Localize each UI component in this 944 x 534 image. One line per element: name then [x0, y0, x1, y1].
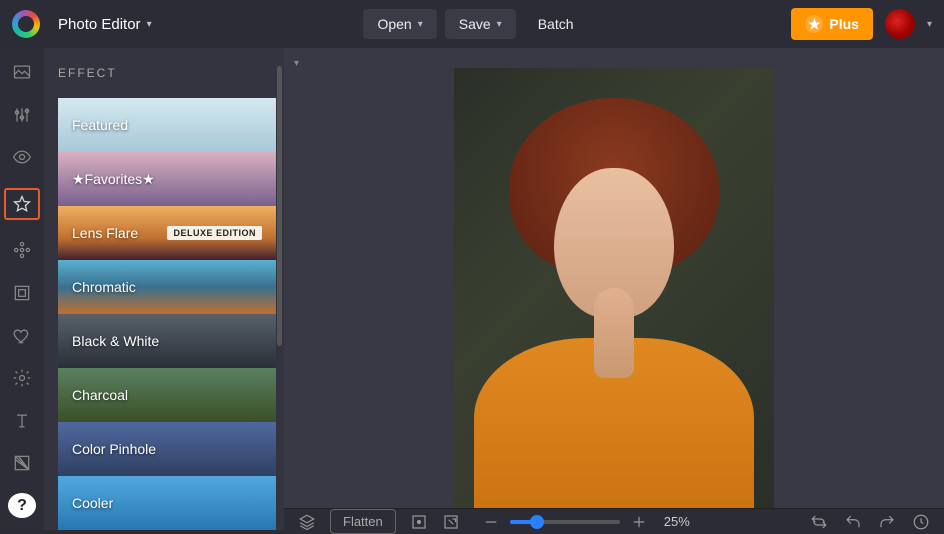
rail-effects-star-icon[interactable]: [4, 188, 40, 221]
effect-favorites[interactable]: ★Favorites★: [58, 152, 276, 206]
effect-color-pinhole[interactable]: Color Pinhole: [58, 422, 276, 476]
rail-type-icon[interactable]: [8, 408, 36, 433]
effect-label: Chromatic: [72, 279, 136, 295]
main-area: ? EFFECT Featured ★Favorites★ Lens Flare…: [0, 48, 944, 530]
save-button[interactable]: Save ▾: [445, 9, 516, 39]
rail-eye-icon[interactable]: [8, 145, 36, 170]
zoom-slider[interactable]: [510, 520, 620, 524]
plus-label: Plus: [829, 16, 859, 32]
effect-label: Lens Flare: [72, 225, 138, 241]
chevron-down-icon: ▾: [418, 19, 423, 30]
panel-title: EFFECT: [58, 66, 284, 80]
zoom-in-button[interactable]: [630, 513, 648, 531]
top-center-buttons: Open ▾ Save ▾ Batch: [363, 9, 587, 39]
effects-panel: EFFECT Featured ★Favorites★ Lens Flare DE…: [44, 48, 284, 530]
chevron-down-icon: ▾: [497, 19, 502, 30]
effect-cooler[interactable]: Cooler: [58, 476, 276, 530]
batch-button[interactable]: Batch: [524, 9, 588, 39]
topbar: Photo Editor ▾ Open ▾ Save ▾ Batch ★ Plu…: [0, 0, 944, 48]
chevron-down-icon: ▾: [294, 58, 299, 69]
fit-screen-icon[interactable]: [410, 513, 428, 531]
effect-list[interactable]: Featured ★Favorites★ Lens Flare DELUXE ED…: [58, 98, 284, 530]
history-controls: [810, 513, 930, 531]
history-icon[interactable]: [912, 513, 930, 531]
effect-label: Cooler: [72, 495, 113, 511]
rail-ai-icon[interactable]: [8, 238, 36, 263]
rail-gear-icon[interactable]: [8, 366, 36, 391]
app-logo[interactable]: [12, 10, 40, 38]
panel-scrollbar[interactable]: [277, 66, 282, 346]
effect-label: Charcoal: [72, 387, 128, 403]
effect-label: Color Pinhole: [72, 441, 156, 457]
flatten-button[interactable]: Flatten: [330, 509, 396, 534]
edited-photo: [454, 68, 774, 508]
topbar-right: ★ Plus ▾: [791, 8, 932, 40]
effect-chromatic[interactable]: Chromatic: [58, 260, 276, 314]
effect-lens-flare[interactable]: Lens Flare DELUXE EDITION: [58, 206, 276, 260]
help-button[interactable]: ?: [8, 493, 36, 518]
app-title-label: Photo Editor: [58, 16, 141, 33]
deluxe-badge: DELUXE EDITION: [167, 226, 262, 240]
flatten-label: Flatten: [343, 514, 383, 529]
undo-icon[interactable]: [844, 513, 862, 531]
zoom-slider-thumb[interactable]: [530, 515, 544, 529]
canvas-area: ▾ Flatten 25%: [284, 48, 944, 530]
open-label: Open: [377, 16, 411, 32]
rail-heart-icon[interactable]: [8, 323, 36, 348]
save-label: Save: [459, 16, 491, 32]
rail-frame-icon[interactable]: [8, 281, 36, 306]
canvas-collapse[interactable]: ▾: [294, 58, 299, 69]
rail-sliders-icon[interactable]: [8, 103, 36, 128]
app-title-dropdown[interactable]: Photo Editor ▾: [50, 10, 160, 39]
effect-charcoal[interactable]: Charcoal: [58, 368, 276, 422]
redo-icon[interactable]: [878, 513, 896, 531]
canvas-bottombar: Flatten 25%: [284, 508, 944, 534]
effect-label: Featured: [72, 117, 128, 133]
effect-black-white[interactable]: Black & White: [58, 314, 276, 368]
chevron-down-icon[interactable]: ▾: [927, 19, 932, 30]
rail-texture-icon[interactable]: [8, 451, 36, 476]
photo-viewport[interactable]: [284, 48, 944, 508]
star-icon: ★: [805, 15, 823, 33]
rail-image-icon[interactable]: [8, 60, 36, 85]
user-avatar[interactable]: [885, 9, 915, 39]
chevron-down-icon: ▾: [147, 19, 152, 30]
tool-rail: ?: [0, 48, 44, 530]
effect-featured[interactable]: Featured: [58, 98, 276, 152]
batch-label: Batch: [538, 16, 574, 32]
effect-label: Black & White: [72, 333, 159, 349]
compare-icon[interactable]: [810, 513, 828, 531]
actual-size-icon[interactable]: [442, 513, 460, 531]
help-label: ?: [17, 497, 27, 515]
zoom-value: 25%: [664, 514, 690, 529]
effect-label: ★Favorites★: [72, 171, 155, 188]
open-button[interactable]: Open ▾: [363, 9, 436, 39]
zoom-control: 25%: [482, 513, 690, 531]
layers-icon[interactable]: [298, 513, 316, 531]
plus-upgrade-button[interactable]: ★ Plus: [791, 8, 873, 40]
zoom-out-button[interactable]: [482, 513, 500, 531]
